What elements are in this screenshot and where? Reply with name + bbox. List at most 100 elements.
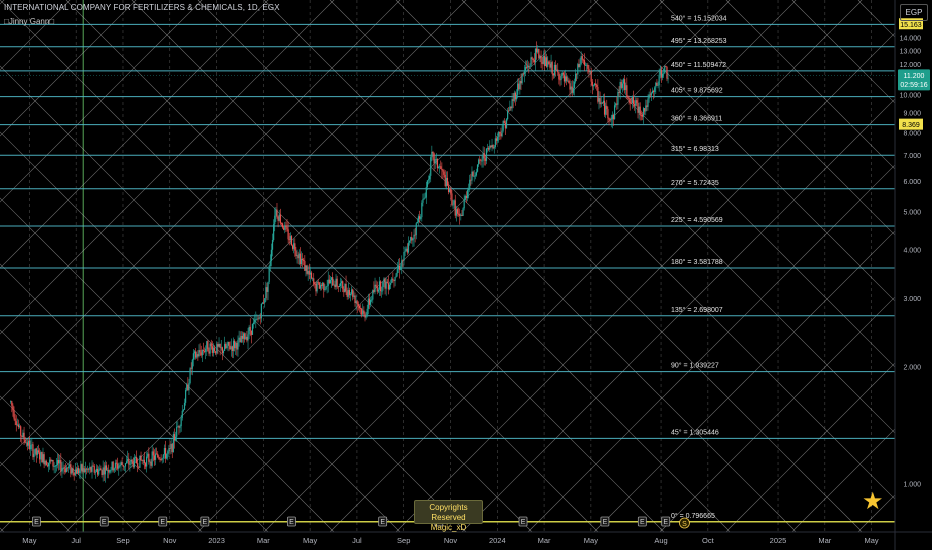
candle-body xyxy=(300,258,303,265)
candle-body xyxy=(520,81,522,84)
y-tick-label: 4.000 xyxy=(903,247,921,254)
candle-body xyxy=(499,131,501,134)
candle-body xyxy=(337,286,339,288)
candle-body xyxy=(41,452,43,463)
candle-body xyxy=(652,90,655,93)
candle-body xyxy=(660,69,662,78)
price-marker-label: 15.163 xyxy=(900,22,922,29)
gann-level-label: 315° = 6.98313 xyxy=(671,145,719,153)
candle-body xyxy=(664,66,666,74)
candle-body xyxy=(616,103,618,105)
candle-body xyxy=(352,289,354,297)
candle-body xyxy=(80,464,82,471)
x-tick-label: May xyxy=(584,536,598,545)
candle-body xyxy=(200,352,202,356)
plot-area: 540° = 15.152034 495° = 13.268253 450° = 1… xyxy=(0,0,895,532)
candle-body xyxy=(315,283,317,292)
candle-body xyxy=(317,281,319,283)
candle-body xyxy=(496,136,499,141)
candle-body xyxy=(150,461,152,466)
candle-body xyxy=(579,63,581,68)
candle-body xyxy=(21,435,23,437)
candle-body xyxy=(509,106,511,111)
candle-body xyxy=(648,94,650,99)
candle-body xyxy=(330,277,333,281)
candle-body xyxy=(63,467,65,469)
candle-body xyxy=(612,114,615,120)
candle-body xyxy=(544,57,547,66)
candle-body xyxy=(312,278,314,280)
candle-body xyxy=(92,465,94,467)
candle-body xyxy=(491,144,493,148)
candle-body xyxy=(630,102,632,104)
candle-body xyxy=(396,269,398,274)
candle-body xyxy=(617,92,619,105)
candle-body xyxy=(195,351,197,358)
candle-body xyxy=(538,49,540,59)
candle-body xyxy=(635,100,637,106)
candle-body xyxy=(141,460,143,461)
candle-body xyxy=(519,81,521,90)
candle-body xyxy=(115,462,118,464)
candle-body xyxy=(420,217,422,219)
candle-body xyxy=(541,62,543,64)
candle-body xyxy=(650,93,652,96)
candle-body xyxy=(351,289,353,294)
candle-body xyxy=(246,336,248,341)
candle-body xyxy=(595,83,597,86)
y-tick-label: 9.000 xyxy=(903,110,921,117)
countdown-label: 02:59:16 xyxy=(900,82,927,89)
candle-body xyxy=(232,340,235,351)
candle-body xyxy=(177,426,179,428)
candle-body xyxy=(120,462,122,466)
candle-body xyxy=(453,200,455,205)
price-chart[interactable]: 540° = 15.152034 495° = 13.268253 450° = 1… xyxy=(0,0,932,550)
candle-body xyxy=(393,279,395,281)
candle-body xyxy=(627,96,629,98)
candle-body xyxy=(398,265,401,270)
candle-body xyxy=(639,106,641,116)
earnings-marker-label: E xyxy=(203,519,208,526)
y-tick-label: 8.000 xyxy=(903,130,921,137)
candle-body xyxy=(488,147,490,150)
gann-diagonal-up xyxy=(0,0,137,137)
candle-body xyxy=(547,61,549,67)
candle-body xyxy=(264,298,266,303)
candle-body xyxy=(113,468,115,471)
candle-body xyxy=(479,159,481,161)
candle-body xyxy=(144,463,147,467)
candle-body xyxy=(196,354,198,358)
candle-body xyxy=(431,151,433,158)
candle-body xyxy=(341,281,343,284)
candle-body xyxy=(296,255,298,257)
candle-body xyxy=(349,293,352,296)
candle-body xyxy=(550,62,552,68)
candle-body xyxy=(324,289,326,291)
candle-body xyxy=(45,460,47,466)
candle-body xyxy=(124,463,127,467)
candle-body xyxy=(486,147,489,149)
candle-body xyxy=(168,448,170,452)
currency-button[interactable]: EGP xyxy=(900,4,928,21)
candle-body xyxy=(49,459,51,463)
y-tick-label: 13.000 xyxy=(900,48,922,55)
candle-body xyxy=(659,69,661,75)
candle-body xyxy=(270,249,273,261)
candle-body xyxy=(139,455,141,468)
star-icon[interactable]: ★ xyxy=(862,490,884,514)
candle-body xyxy=(532,58,534,60)
candle-body xyxy=(59,460,61,464)
candle-body xyxy=(86,468,89,470)
gann-diagonal-down xyxy=(263,0,797,532)
candle-body xyxy=(661,73,664,78)
candle-body xyxy=(484,158,486,161)
indicator-name[interactable]: □Jinny Gann□ xyxy=(4,17,54,26)
candle-body xyxy=(245,336,247,340)
candle-body xyxy=(178,426,180,428)
candle-body xyxy=(39,452,41,460)
candle-body xyxy=(597,86,599,102)
candle-body xyxy=(381,290,383,292)
candle-body xyxy=(582,59,584,61)
candle-body xyxy=(443,171,445,175)
candle-body xyxy=(483,153,485,159)
